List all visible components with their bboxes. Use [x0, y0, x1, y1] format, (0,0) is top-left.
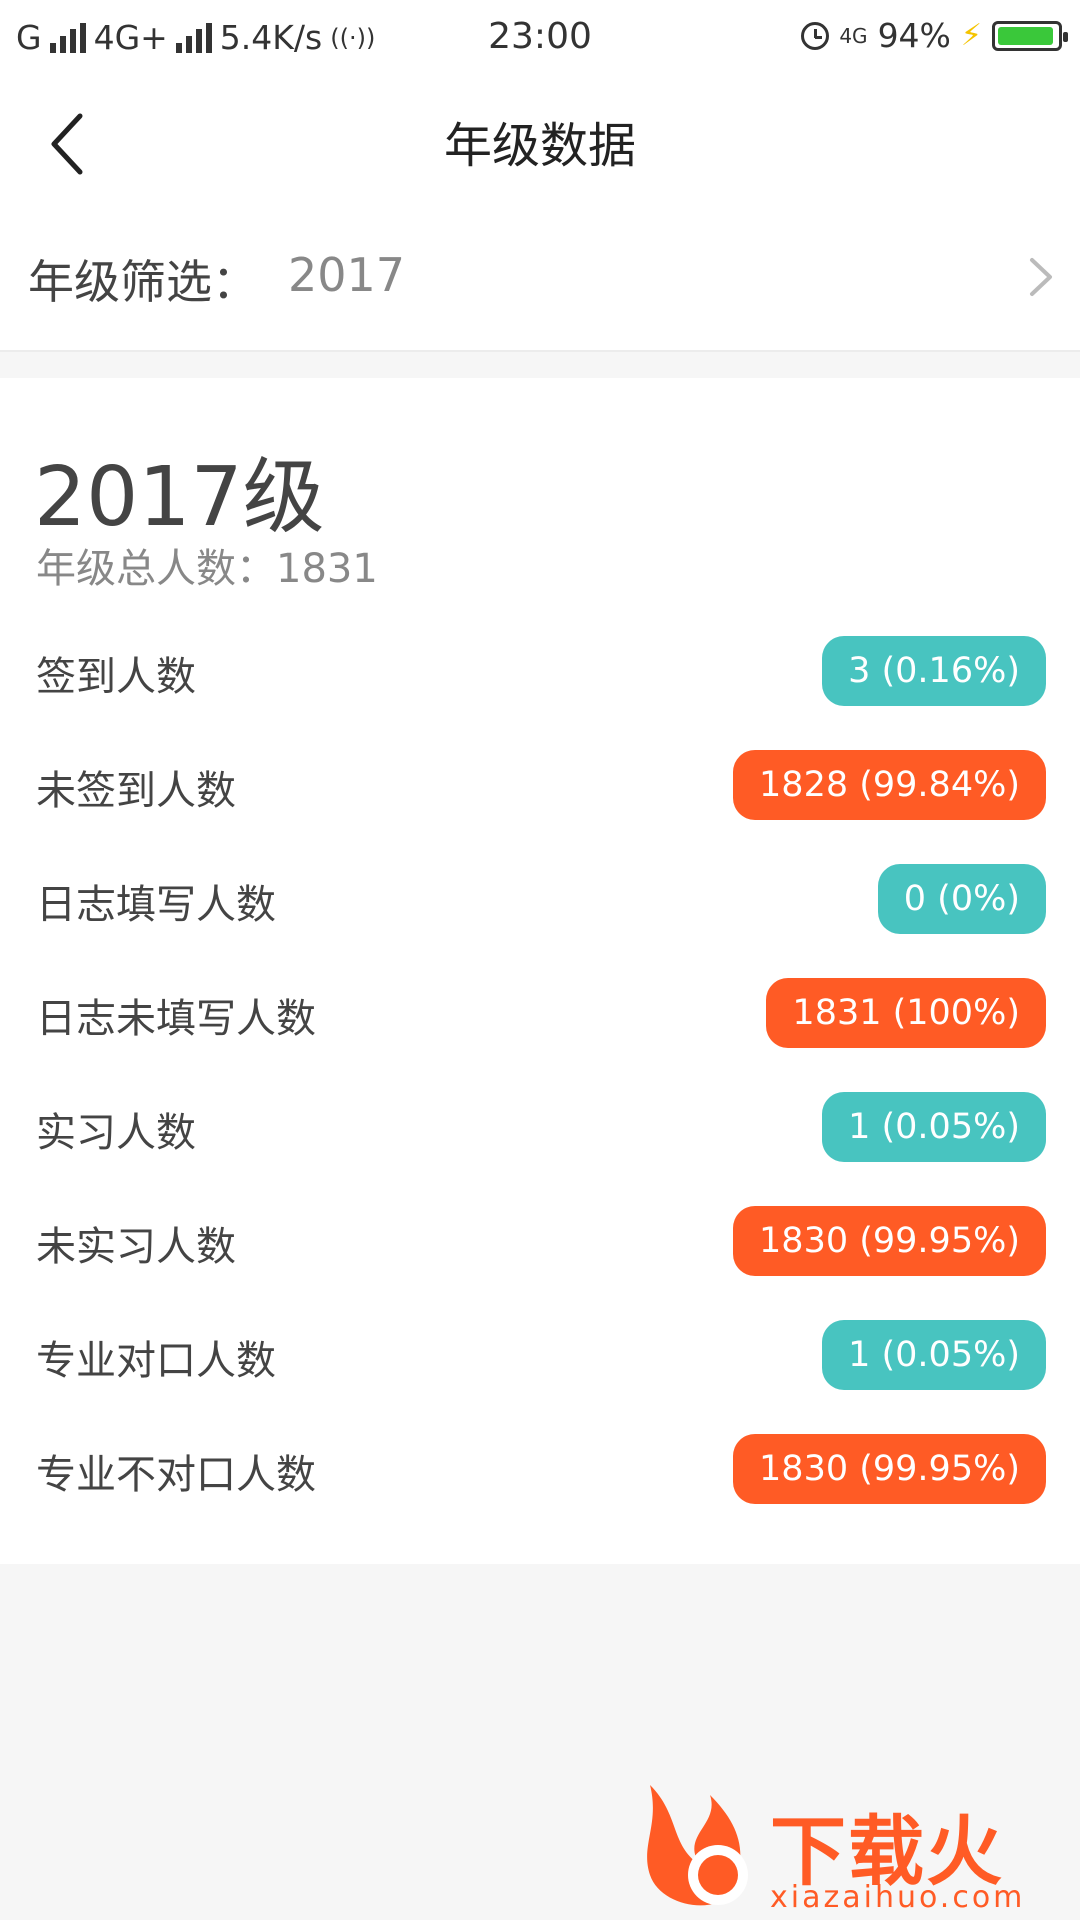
status-right: 4G 94% ⚡ — [801, 16, 1068, 55]
nav-header: 年级数据 — [0, 74, 1080, 204]
stat-badge: 1830 (99.95%) — [733, 1434, 1046, 1504]
status-bar: G 4G+ 5.4K/s ((·)) 23:00 4G 94% ⚡ — [0, 0, 1080, 74]
alarm-icon — [801, 21, 830, 50]
stat-badge: 1831 (100%) — [766, 978, 1046, 1048]
stat-label: 专业对口人数 — [36, 1338, 276, 1384]
grade-stats-card: 2017级 年级总人数：1831 签到人数 3 (0.16%) 未签到人数 18… — [0, 378, 1080, 1564]
stat-badge: 1 (0.05%) — [822, 1320, 1046, 1390]
stat-label: 未实习人数 — [36, 1224, 236, 1270]
stat-row: 实习人数 1 (0.05%) — [0, 1086, 1080, 1166]
grade-total: 年级总人数：1831 — [36, 536, 378, 594]
battery-icon — [992, 20, 1068, 51]
page-title: 年级数据 — [443, 118, 636, 174]
stat-row: 日志未填写人数 1831 (100%) — [0, 972, 1080, 1052]
chevron-right-icon — [1030, 258, 1052, 296]
stat-label: 日志填写人数 — [36, 882, 276, 928]
stat-row: 签到人数 3 (0.16%) — [0, 630, 1080, 710]
grade-total-label: 年级总人数： — [36, 546, 276, 592]
stat-row: 未实习人数 1830 (99.95%) — [0, 1200, 1080, 1280]
stat-label: 日志未填写人数 — [36, 996, 316, 1042]
stat-row: 专业对口人数 1 (0.05%) — [0, 1314, 1080, 1394]
stat-row: 专业不对口人数 1830 (99.95%) — [0, 1428, 1080, 1508]
stat-badge: 1830 (99.95%) — [733, 1206, 1046, 1276]
grade-total-value: 1831 — [276, 546, 378, 592]
stat-label: 实习人数 — [36, 1110, 196, 1156]
stat-row: 未签到人数 1828 (99.84%) — [0, 744, 1080, 824]
stat-badge: 3 (0.16%) — [822, 636, 1046, 706]
stat-label: 签到人数 — [36, 654, 196, 700]
stat-row: 日志填写人数 0 (0%) — [0, 858, 1080, 938]
grade-filter-label: 年级筛选： — [28, 255, 258, 309]
stat-label: 未签到人数 — [36, 768, 236, 814]
grade-title: 2017级 — [34, 450, 325, 545]
stat-label: 专业不对口人数 — [36, 1452, 316, 1498]
watermark-url: xiazaihuo.com — [770, 1880, 1026, 1915]
battery-percent: 94% — [877, 16, 951, 55]
stat-badge: 1 (0.05%) — [822, 1092, 1046, 1162]
stat-badge: 1828 (99.84%) — [733, 750, 1046, 820]
charging-icon: ⚡ — [960, 18, 982, 53]
network-4g-icon: 4G — [839, 23, 868, 48]
stat-badge: 0 (0%) — [877, 864, 1046, 934]
grade-filter-row[interactable]: 年级筛选： 2017 — [0, 204, 1080, 352]
grade-filter-value: 2017 — [288, 248, 406, 302]
